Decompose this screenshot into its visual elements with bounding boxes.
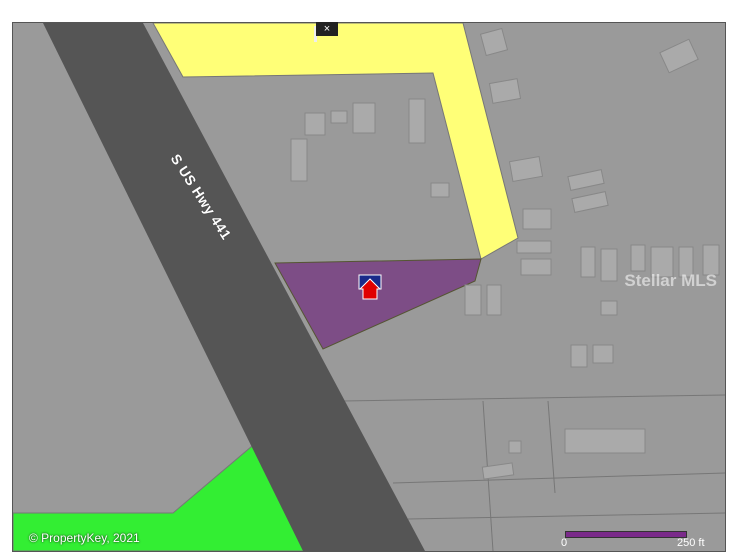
building — [408, 98, 426, 144]
building — [600, 300, 618, 316]
building — [508, 440, 522, 454]
copyright-text: © PropertyKey, 2021 — [29, 531, 140, 545]
building — [330, 110, 348, 124]
watermark: Stellar MLS — [624, 271, 717, 290]
building — [290, 138, 308, 182]
building — [488, 78, 522, 104]
building — [564, 428, 646, 454]
building — [580, 246, 596, 278]
scale-start-label: 0 — [561, 537, 568, 549]
building — [486, 284, 502, 316]
building — [630, 244, 646, 272]
scale-bar-line — [565, 531, 687, 538]
scale-bar: 0 250 ft — [561, 525, 721, 549]
building — [520, 258, 552, 276]
building — [304, 112, 326, 136]
building — [464, 284, 482, 316]
map-view[interactable]: S US Hwy 441 Stellar MLS © PropertyKey, … — [12, 22, 726, 552]
close-icon[interactable]: × — [316, 22, 338, 36]
building — [352, 102, 376, 134]
scale-end-label: 250 ft — [677, 537, 705, 549]
map-canvas — [13, 23, 725, 551]
building — [592, 344, 614, 364]
building — [570, 344, 588, 368]
building — [516, 240, 552, 254]
building — [600, 248, 618, 282]
building — [430, 182, 450, 198]
building — [522, 208, 552, 230]
